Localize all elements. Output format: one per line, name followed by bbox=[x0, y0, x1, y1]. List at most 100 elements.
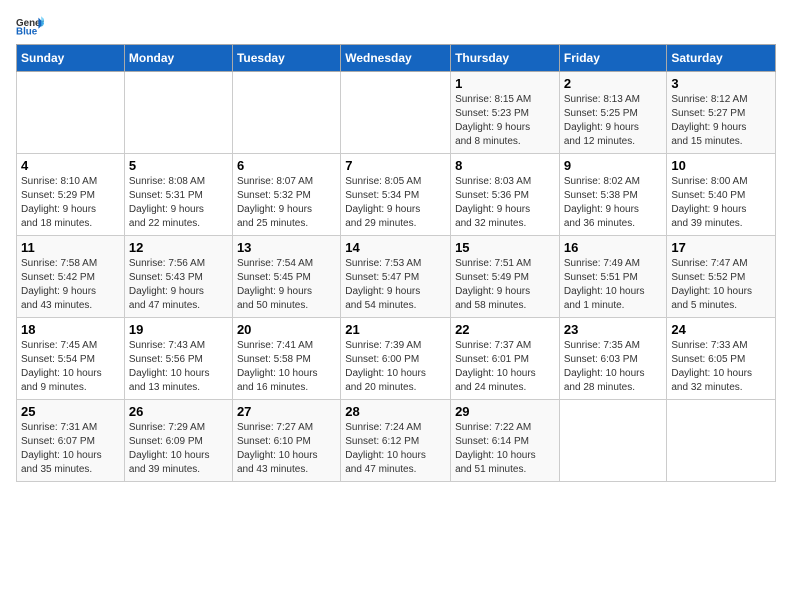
calendar-table: SundayMondayTuesdayWednesdayThursdayFrid… bbox=[16, 44, 776, 482]
calendar-cell bbox=[559, 400, 667, 482]
cell-info: Sunrise: 7:49 AM Sunset: 5:51 PM Dayligh… bbox=[564, 257, 663, 313]
day-number: 12 bbox=[129, 240, 228, 255]
calendar-week-row: 1Sunrise: 8:15 AM Sunset: 5:23 PM Daylig… bbox=[17, 72, 776, 154]
day-number: 17 bbox=[671, 240, 771, 255]
calendar-cell: 1Sunrise: 8:15 AM Sunset: 5:23 PM Daylig… bbox=[451, 72, 560, 154]
calendar-cell: 2 Sunrise: 8:13 AM Sunset: 5:25 PM Daylig… bbox=[559, 72, 667, 154]
day-number: 10 bbox=[671, 158, 771, 173]
cell-info: Sunrise: 8:02 AM Sunset: 5:38 PM Dayligh… bbox=[564, 175, 663, 231]
day-number: 27 bbox=[237, 404, 336, 419]
calendar-cell: 26 Sunrise: 7:29 AM Sunset: 6:09 PM Dayli… bbox=[124, 400, 232, 482]
calendar-cell: 11 Sunrise: 7:58 AM Sunset: 5:42 PM Dayli… bbox=[17, 236, 125, 318]
calendar-cell: 22 Sunrise: 7:37 AM Sunset: 6:01 PM Dayli… bbox=[451, 318, 560, 400]
calendar-cell: 18 Sunrise: 7:45 AM Sunset: 5:54 PM Dayli… bbox=[17, 318, 125, 400]
cell-info: Sunrise: 8:05 AM Sunset: 5:34 PM Dayligh… bbox=[345, 175, 446, 231]
calendar-cell: 5 Sunrise: 8:08 AM Sunset: 5:31 PM Daylig… bbox=[124, 154, 232, 236]
day-number: 21 bbox=[345, 322, 446, 337]
weekday-header-thursday: Thursday bbox=[451, 45, 560, 72]
weekday-header-friday: Friday bbox=[559, 45, 667, 72]
calendar-cell: 7 Sunrise: 8:05 AM Sunset: 5:34 PM Daylig… bbox=[341, 154, 451, 236]
page-header: General Blue bbox=[16, 16, 776, 36]
cell-info: Sunrise: 7:35 AM Sunset: 6:03 PM Dayligh… bbox=[564, 339, 663, 395]
calendar-cell: 12Sunrise: 7:56 AM Sunset: 5:43 PM Dayli… bbox=[124, 236, 232, 318]
calendar-cell: 16 Sunrise: 7:49 AM Sunset: 5:51 PM Dayli… bbox=[559, 236, 667, 318]
weekday-header-tuesday: Tuesday bbox=[232, 45, 340, 72]
calendar-cell bbox=[667, 400, 776, 482]
cell-info: Sunrise: 8:13 AM Sunset: 5:25 PM Dayligh… bbox=[564, 93, 663, 149]
cell-info: Sunrise: 7:47 AM Sunset: 5:52 PM Dayligh… bbox=[671, 257, 771, 313]
calendar-week-row: 25Sunrise: 7:31 AM Sunset: 6:07 PM Dayli… bbox=[17, 400, 776, 482]
cell-info: Sunrise: 7:39 AM Sunset: 6:00 PM Dayligh… bbox=[345, 339, 446, 395]
svg-text:Blue: Blue bbox=[16, 26, 38, 36]
calendar-cell: 20 Sunrise: 7:41 AM Sunset: 5:58 PM Dayli… bbox=[232, 318, 340, 400]
calendar-cell: 21 Sunrise: 7:39 AM Sunset: 6:00 PM Dayli… bbox=[341, 318, 451, 400]
calendar-cell: 19 Sunrise: 7:43 AM Sunset: 5:56 PM Dayli… bbox=[124, 318, 232, 400]
day-number: 3 bbox=[671, 76, 771, 91]
day-number: 9 bbox=[564, 158, 663, 173]
day-number: 13 bbox=[237, 240, 336, 255]
calendar-cell: 24 Sunrise: 7:33 AM Sunset: 6:05 PM Dayli… bbox=[667, 318, 776, 400]
cell-info: Sunrise: 8:03 AM Sunset: 5:36 PM Dayligh… bbox=[455, 175, 555, 231]
calendar-cell: 17 Sunrise: 7:47 AM Sunset: 5:52 PM Dayli… bbox=[667, 236, 776, 318]
day-number: 4 bbox=[21, 158, 120, 173]
day-number: 25 bbox=[21, 404, 120, 419]
cell-info: Sunrise: 8:08 AM Sunset: 5:31 PM Dayligh… bbox=[129, 175, 228, 231]
calendar-cell: 14 Sunrise: 7:53 AM Sunset: 5:47 PM Dayli… bbox=[341, 236, 451, 318]
weekday-header-monday: Monday bbox=[124, 45, 232, 72]
day-number: 2 bbox=[564, 76, 663, 91]
day-number: 22 bbox=[455, 322, 555, 337]
cell-info: Sunrise: 8:00 AM Sunset: 5:40 PM Dayligh… bbox=[671, 175, 771, 231]
cell-info: Sunrise: 7:24 AM Sunset: 6:12 PM Dayligh… bbox=[345, 421, 446, 477]
day-number: 24 bbox=[671, 322, 771, 337]
calendar-cell: 25Sunrise: 7:31 AM Sunset: 6:07 PM Dayli… bbox=[17, 400, 125, 482]
day-number: 11 bbox=[21, 240, 120, 255]
calendar-week-row: 4 Sunrise: 8:10 AM Sunset: 5:29 PM Daylig… bbox=[17, 154, 776, 236]
day-number: 16 bbox=[564, 240, 663, 255]
cell-info: Sunrise: 7:58 AM Sunset: 5:42 PM Dayligh… bbox=[21, 257, 120, 313]
day-number: 5 bbox=[129, 158, 228, 173]
calendar-cell bbox=[17, 72, 125, 154]
cell-info: Sunrise: 7:53 AM Sunset: 5:47 PM Dayligh… bbox=[345, 257, 446, 313]
cell-info: Sunrise: 7:43 AM Sunset: 5:56 PM Dayligh… bbox=[129, 339, 228, 395]
logo: General Blue bbox=[16, 16, 48, 36]
cell-info: Sunrise: 8:10 AM Sunset: 5:29 PM Dayligh… bbox=[21, 175, 120, 231]
day-number: 28 bbox=[345, 404, 446, 419]
cell-info: Sunrise: 7:41 AM Sunset: 5:58 PM Dayligh… bbox=[237, 339, 336, 395]
day-number: 29 bbox=[455, 404, 555, 419]
cell-info: Sunrise: 7:29 AM Sunset: 6:09 PM Dayligh… bbox=[129, 421, 228, 477]
cell-info: Sunrise: 7:37 AM Sunset: 6:01 PM Dayligh… bbox=[455, 339, 555, 395]
calendar-cell: 4 Sunrise: 8:10 AM Sunset: 5:29 PM Daylig… bbox=[17, 154, 125, 236]
calendar-cell: 3 Sunrise: 8:12 AM Sunset: 5:27 PM Daylig… bbox=[667, 72, 776, 154]
cell-info: Sunrise: 8:07 AM Sunset: 5:32 PM Dayligh… bbox=[237, 175, 336, 231]
weekday-header-wednesday: Wednesday bbox=[341, 45, 451, 72]
calendar-cell: 6 Sunrise: 8:07 AM Sunset: 5:32 PM Daylig… bbox=[232, 154, 340, 236]
calendar-cell: 28 Sunrise: 7:24 AM Sunset: 6:12 PM Dayli… bbox=[341, 400, 451, 482]
weekday-header-row: SundayMondayTuesdayWednesdayThursdayFrid… bbox=[17, 45, 776, 72]
calendar-cell bbox=[232, 72, 340, 154]
cell-info: Sunrise: 7:33 AM Sunset: 6:05 PM Dayligh… bbox=[671, 339, 771, 395]
weekday-header-saturday: Saturday bbox=[667, 45, 776, 72]
calendar-cell bbox=[341, 72, 451, 154]
calendar-cell: 13Sunrise: 7:54 AM Sunset: 5:45 PM Dayli… bbox=[232, 236, 340, 318]
day-number: 18 bbox=[21, 322, 120, 337]
day-number: 23 bbox=[564, 322, 663, 337]
calendar-cell: 27 Sunrise: 7:27 AM Sunset: 6:10 PM Dayli… bbox=[232, 400, 340, 482]
calendar-week-row: 18 Sunrise: 7:45 AM Sunset: 5:54 PM Dayli… bbox=[17, 318, 776, 400]
cell-info: Sunrise: 7:27 AM Sunset: 6:10 PM Dayligh… bbox=[237, 421, 336, 477]
day-number: 15 bbox=[455, 240, 555, 255]
day-number: 8 bbox=[455, 158, 555, 173]
calendar-cell bbox=[124, 72, 232, 154]
cell-info: Sunrise: 7:22 AM Sunset: 6:14 PM Dayligh… bbox=[455, 421, 555, 477]
day-number: 7 bbox=[345, 158, 446, 173]
day-number: 19 bbox=[129, 322, 228, 337]
calendar-cell: 10 Sunrise: 8:00 AM Sunset: 5:40 PM Dayli… bbox=[667, 154, 776, 236]
logo-icon: General Blue bbox=[16, 16, 44, 36]
cell-info: Sunrise: 8:15 AM Sunset: 5:23 PM Dayligh… bbox=[455, 93, 555, 149]
day-number: 6 bbox=[237, 158, 336, 173]
cell-info: Sunrise: 7:45 AM Sunset: 5:54 PM Dayligh… bbox=[21, 339, 120, 395]
calendar-cell: 9 Sunrise: 8:02 AM Sunset: 5:38 PM Daylig… bbox=[559, 154, 667, 236]
cell-info: Sunrise: 8:12 AM Sunset: 5:27 PM Dayligh… bbox=[671, 93, 771, 149]
day-number: 14 bbox=[345, 240, 446, 255]
day-number: 26 bbox=[129, 404, 228, 419]
day-number: 20 bbox=[237, 322, 336, 337]
